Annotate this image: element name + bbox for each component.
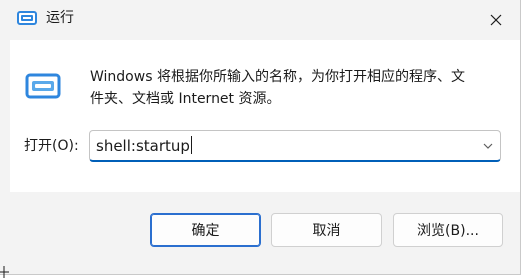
- browse-button[interactable]: 浏览(B)...: [393, 213, 503, 247]
- text-caret: [190, 136, 192, 154]
- title-bar[interactable]: 运行: [0, 0, 520, 40]
- cursor-crosshair-icon: [0, 266, 9, 278]
- run-icon: [25, 73, 61, 99]
- close-icon: [490, 14, 502, 26]
- open-label: 打开(O):: [24, 138, 79, 154]
- open-input-value: shell:startup: [96, 137, 190, 155]
- close-button[interactable]: [478, 6, 514, 34]
- description-line: Windows 将根据你所输入的名称，为你打开相应的程序、文: [90, 69, 465, 85]
- open-input[interactable]: shell:startup: [96, 136, 192, 156]
- cancel-button[interactable]: 取消: [271, 213, 382, 247]
- chevron-down-icon[interactable]: [482, 140, 494, 152]
- run-dialog: 运行 Windows 将根据你所输入的名称，为你打开相应的程序、文 件夹、文档或…: [0, 0, 521, 275]
- description-line: 件夹、文档或 Internet 资源。: [90, 91, 281, 107]
- ok-button[interactable]: 确定: [150, 213, 261, 247]
- run-icon: [17, 11, 37, 25]
- dialog-content: Windows 将根据你所输入的名称，为你打开相应的程序、文 件夹、文档或 In…: [10, 40, 520, 192]
- description-text: Windows 将根据你所输入的名称，为你打开相应的程序、文 件夹、文档或 In…: [90, 66, 510, 110]
- window-title: 运行: [46, 10, 74, 26]
- open-combobox[interactable]: shell:startup: [89, 130, 501, 162]
